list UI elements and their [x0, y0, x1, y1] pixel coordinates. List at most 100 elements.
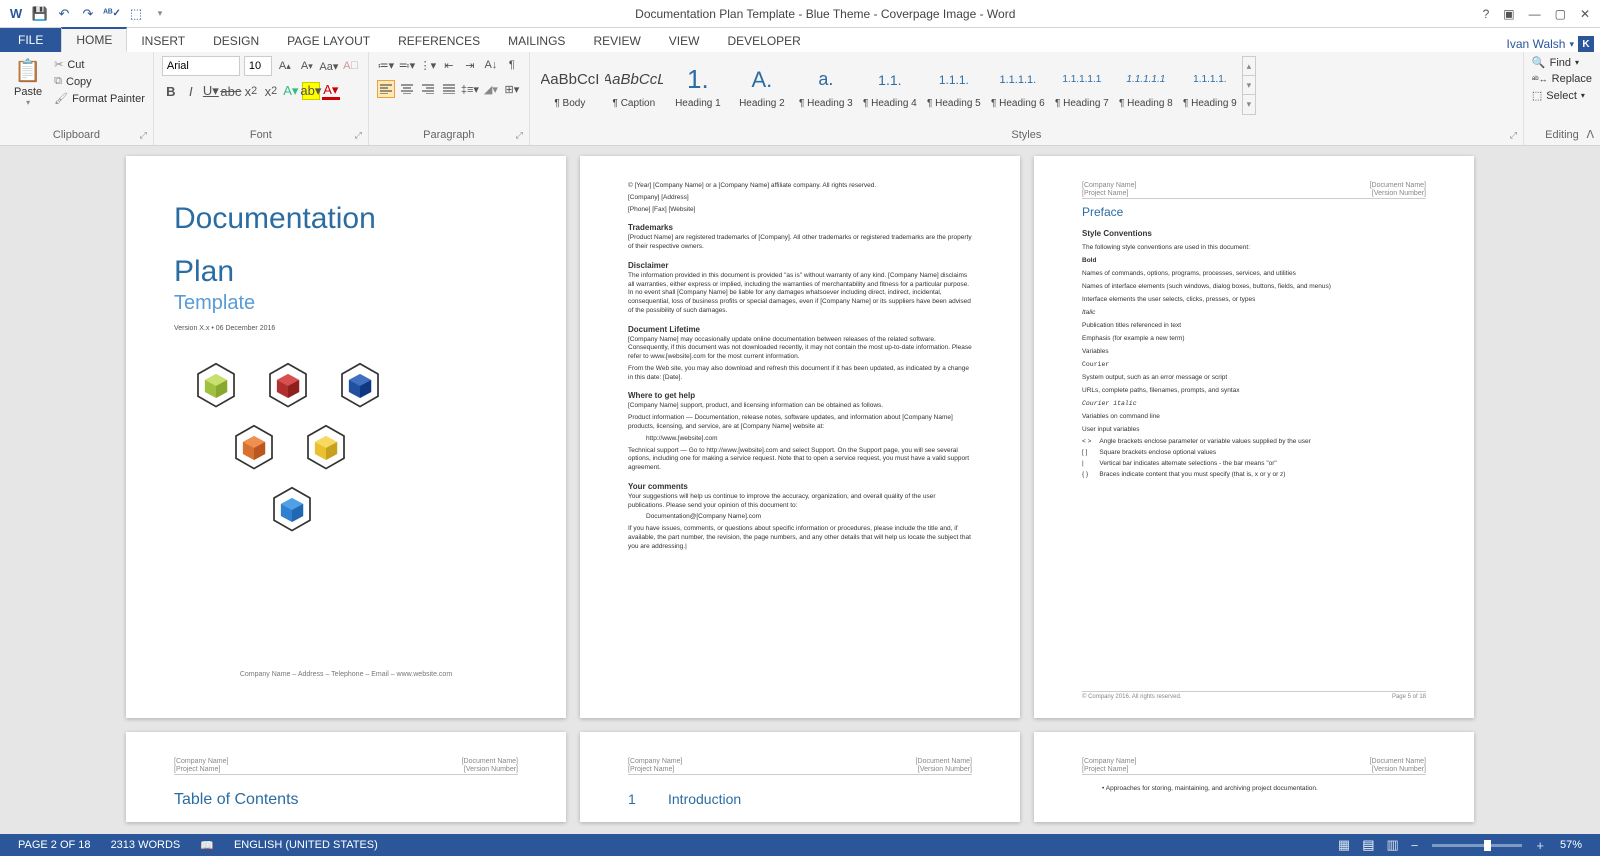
user-account[interactable]: Ivan Walsh ▾ K — [1507, 36, 1600, 52]
user-name-label: Ivan Walsh — [1507, 37, 1566, 51]
strikethrough-button[interactable]: abc — [222, 82, 240, 100]
italic-button[interactable]: I — [182, 82, 200, 100]
align-center-button[interactable] — [398, 80, 416, 98]
select-button[interactable]: ⬚Select▾ — [1532, 89, 1592, 102]
grow-font-button[interactable]: A▴ — [276, 57, 294, 75]
tab-review[interactable]: REVIEW — [579, 30, 654, 52]
align-right-button[interactable] — [419, 80, 437, 98]
copy-button[interactable]: ⧉Copy — [54, 75, 145, 88]
touch-mode-icon[interactable]: ⬚ — [128, 6, 144, 22]
style-heading4[interactable]: 1.1.¶ Heading 4 — [858, 56, 922, 114]
format-painter-button[interactable]: 🖌Format Painter — [54, 92, 145, 105]
format-painter-icon: 🖌 — [54, 92, 68, 105]
show-hide-button[interactable]: ¶ — [503, 56, 521, 74]
style-heading6[interactable]: 1.1.1.1.¶ Heading 6 — [986, 56, 1050, 114]
align-left-button[interactable] — [377, 80, 395, 98]
sort-button[interactable]: A↓ — [482, 56, 500, 74]
superscript-button[interactable]: x2 — [262, 82, 280, 100]
style-heading8[interactable]: 1.1.1.1.1¶ Heading 8 — [1114, 56, 1178, 114]
shading-button[interactable]: ◢▾ — [482, 80, 500, 98]
multilevel-list-button[interactable]: ⋮▾ — [419, 56, 437, 74]
window-title: Documentation Plan Template - Blue Theme… — [168, 7, 1483, 21]
status-words[interactable]: 2313 WORDS — [101, 839, 191, 851]
help-icon[interactable]: ? — [1483, 7, 1490, 21]
tab-insert[interactable]: INSERT — [127, 30, 199, 52]
tab-mailings[interactable]: MAILINGS — [494, 30, 579, 52]
styles-scroll-down-icon[interactable]: ▾ — [1243, 76, 1255, 95]
cut-button[interactable]: ✂Cut — [54, 58, 145, 71]
tab-view[interactable]: VIEW — [655, 30, 714, 52]
style-heading3[interactable]: a.¶ Heading 3 — [794, 56, 858, 114]
ribbon-display-icon[interactable]: ▣ — [1503, 7, 1514, 21]
font-color-button[interactable]: A▾ — [322, 82, 340, 100]
save-icon[interactable]: 💾 — [32, 6, 48, 22]
close-icon[interactable]: ✕ — [1580, 7, 1590, 21]
clipboard-launcher-icon[interactable]: ⤢ — [140, 130, 147, 141]
tab-file[interactable]: FILE — [0, 28, 61, 52]
tab-references[interactable]: REFERENCES — [384, 30, 494, 52]
status-proofing-icon[interactable]: 📖 — [190, 839, 224, 852]
style-heading5[interactable]: 1.1.1.¶ Heading 5 — [922, 56, 986, 114]
increase-indent-button[interactable]: ⇥ — [461, 56, 479, 74]
bold-button[interactable]: B — [162, 82, 180, 100]
qat-dropdown-icon[interactable]: ▾ — [152, 6, 168, 22]
highlight-button[interactable]: ab▾ — [302, 82, 320, 100]
line-spacing-button[interactable]: ‡≡▾ — [461, 80, 479, 98]
style-heading1[interactable]: 1.Heading 1 — [666, 56, 730, 114]
justify-button[interactable] — [440, 80, 458, 98]
read-mode-icon[interactable]: ▦ — [1332, 837, 1356, 853]
minimize-icon[interactable]: — — [1529, 7, 1541, 21]
print-layout-icon[interactable]: ▤ — [1356, 837, 1380, 853]
window-controls: ? ▣ — ▢ ✕ — [1483, 7, 1596, 21]
ribbon-tabs: FILE HOME INSERT DESIGN PAGE LAYOUT REFE… — [0, 28, 1600, 52]
styles-scroll-up-icon[interactable]: ▴ — [1243, 57, 1255, 76]
status-page[interactable]: PAGE 2 OF 18 — [8, 839, 101, 851]
font-launcher-icon[interactable]: ⤢ — [355, 130, 362, 141]
borders-button[interactable]: ⊞▾ — [503, 80, 521, 98]
find-button[interactable]: 🔍Find▾ — [1532, 56, 1592, 69]
tab-design[interactable]: DESIGN — [199, 30, 273, 52]
group-paragraph: ≔▾ ≕▾ ⋮▾ ⇤ ⇥ A↓ ¶ ‡≡▾ ◢▾ ⊞▾ Paragraph⤢ — [369, 52, 530, 145]
style-caption[interactable]: AaBbCcL¶ Caption — [602, 56, 666, 114]
paragraph-launcher-icon[interactable]: ⤢ — [516, 130, 523, 141]
zoom-in-icon[interactable]: + — [1530, 838, 1550, 853]
zoom-slider[interactable] — [1432, 844, 1522, 847]
bullets-button[interactable]: ≔▾ — [377, 56, 395, 74]
zoom-out-icon[interactable]: − — [1405, 838, 1425, 853]
styles-launcher-icon[interactable]: ⤢ — [1510, 130, 1517, 141]
styles-scroll: ▴ ▾ ▾ — [1242, 56, 1256, 115]
collapse-ribbon-icon[interactable]: ᐱ — [1586, 128, 1594, 141]
underline-button[interactable]: U▾ — [202, 82, 220, 100]
web-layout-icon[interactable]: ▥ — [1380, 837, 1404, 853]
status-language[interactable]: ENGLISH (UNITED STATES) — [224, 839, 388, 851]
text-effects-button[interactable]: A▾ — [282, 82, 300, 100]
font-name-select[interactable] — [162, 56, 240, 76]
tab-developer[interactable]: DEVELOPER — [713, 30, 814, 52]
style-body[interactable]: AaBbCcI¶ Body — [538, 56, 602, 114]
page-intro-continued: [Company Name][Document Name] [Project N… — [1034, 732, 1474, 822]
style-heading9[interactable]: 1.1.1.1.¶ Heading 9 — [1178, 56, 1242, 114]
shrink-font-button[interactable]: A▾ — [298, 57, 316, 75]
font-size-select[interactable] — [244, 56, 272, 76]
zoom-thumb[interactable] — [1484, 840, 1491, 851]
style-heading2[interactable]: A.Heading 2 — [730, 56, 794, 114]
tab-home[interactable]: HOME — [61, 27, 127, 52]
replace-button[interactable]: ᵃᵇ↔Replace — [1532, 73, 1592, 85]
styles-more-icon[interactable]: ▾ — [1243, 95, 1255, 114]
redo-icon[interactable]: ↷ — [80, 6, 96, 22]
undo-icon[interactable]: ↶ — [56, 6, 72, 22]
paste-button[interactable]: 📋 Paste ▾ — [8, 56, 48, 109]
spellcheck-icon[interactable]: ᴬᴮ✓ — [104, 6, 120, 22]
select-icon: ⬚ — [1532, 89, 1542, 102]
zoom-level[interactable]: 57% — [1550, 839, 1592, 851]
decrease-indent-button[interactable]: ⇤ — [440, 56, 458, 74]
numbering-button[interactable]: ≕▾ — [398, 56, 416, 74]
document-area[interactable]: Documentation Plan Template Version X.x … — [0, 146, 1600, 834]
style-heading7[interactable]: 1.1.1.1.1¶ Heading 7 — [1050, 56, 1114, 114]
cover-graphic — [174, 332, 518, 568]
subscript-button[interactable]: x2 — [242, 82, 260, 100]
tab-page-layout[interactable]: PAGE LAYOUT — [273, 30, 384, 52]
clear-formatting-button[interactable]: A⃠ — [342, 57, 360, 75]
change-case-button[interactable]: Aa▾ — [320, 57, 338, 75]
maximize-icon[interactable]: ▢ — [1555, 7, 1566, 21]
